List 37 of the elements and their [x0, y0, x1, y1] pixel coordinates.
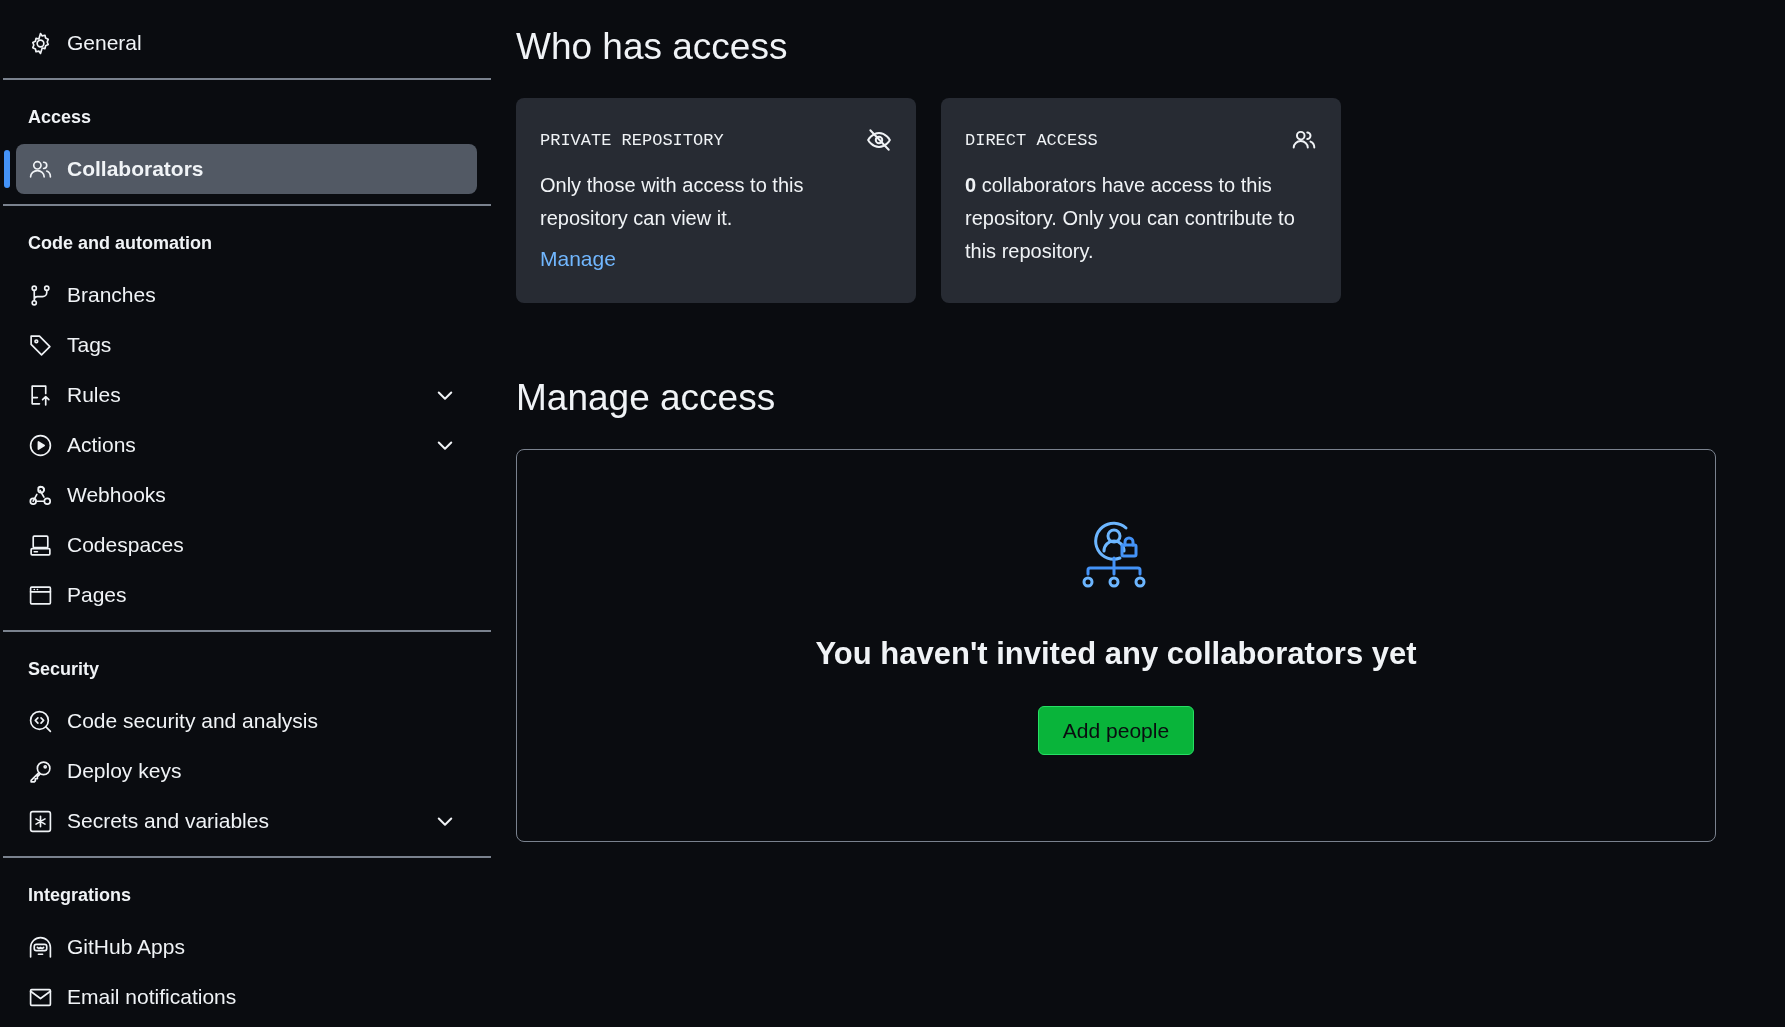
- sidebar-item[interactable]: Pages: [16, 570, 477, 620]
- key-icon: [28, 758, 53, 784]
- eye-slash-icon: [866, 127, 892, 153]
- section-heading: Integrations: [27, 884, 132, 907]
- tag-icon: [28, 332, 53, 358]
- sidebar-item[interactable]: Secrets and variables: [16, 796, 477, 846]
- sidebar-item[interactable]: General: [16, 18, 477, 68]
- sidebar-item[interactable]: Codespaces: [16, 520, 477, 570]
- sidebar-item[interactable]: Collaborators: [16, 144, 477, 194]
- sidebar-item[interactable]: Rules: [16, 370, 477, 420]
- section-heading: Access: [27, 106, 93, 129]
- sidebar-item[interactable]: Tags: [16, 320, 477, 370]
- sidebar-item[interactable]: GitHub Apps: [16, 922, 477, 972]
- card-description: Only those with access to this repository can view it.: [540, 173, 805, 231]
- sidebar-item[interactable]: Webhooks: [16, 470, 477, 520]
- section-title: Who has access: [516, 26, 789, 68]
- card-description: 0 collaborators have access to this repository. Only you can contribute to this repository.: [965, 173, 1296, 264]
- branch-icon: [28, 282, 53, 308]
- section-heading: Security: [27, 658, 101, 681]
- sidebar-item[interactable]: Branches: [16, 270, 477, 320]
- card-label: PRIVATE REPOSITORY: [540, 130, 724, 150]
- rules-icon: [28, 382, 53, 408]
- manage-link[interactable]: Manage: [540, 247, 616, 270]
- asterisk-icon: [28, 808, 53, 834]
- add-people-button[interactable]: Add people: [1037, 706, 1195, 755]
- empty-state-message: You haven't invited any collaborators yet: [815, 636, 1417, 672]
- codespaces-icon: [28, 532, 53, 558]
- section-heading: Code and automation: [27, 232, 213, 255]
- section-title: Manage access: [516, 377, 777, 419]
- sidebar-item[interactable]: Code security and analysis: [16, 696, 477, 746]
- card-label: DIRECT ACCESS: [965, 130, 1098, 150]
- sidebar-item[interactable]: Deploy keys: [16, 746, 477, 796]
- sidebar-item[interactable]: Email notifications: [16, 972, 477, 1022]
- apps-icon: [28, 934, 53, 960]
- play-icon: [28, 432, 53, 458]
- codescan-icon: [28, 708, 53, 734]
- sidebar-item[interactable]: Actions: [16, 420, 477, 470]
